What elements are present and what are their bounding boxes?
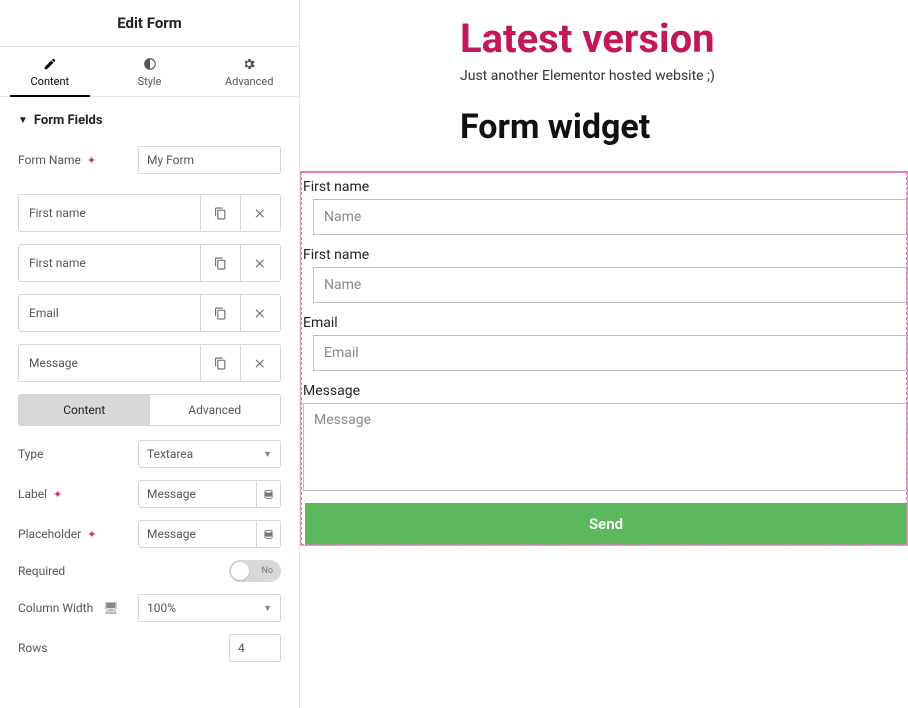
copy-icon bbox=[214, 207, 227, 220]
form-name-row: Form Name ✦ bbox=[18, 146, 281, 174]
sparkle-icon[interactable]: ✦ bbox=[53, 488, 62, 501]
preview-area: Latest version Just another Elementor ho… bbox=[300, 0, 908, 708]
copy-icon bbox=[214, 357, 227, 370]
sparkle-icon[interactable]: ✦ bbox=[87, 154, 96, 167]
delete-button[interactable] bbox=[240, 345, 280, 381]
sub-tab-advanced[interactable]: Advanced bbox=[150, 395, 281, 425]
delete-button[interactable] bbox=[240, 195, 280, 231]
copy-icon bbox=[214, 307, 227, 320]
duplicate-button[interactable] bbox=[200, 195, 240, 231]
editor-panel: Edit Form Content Style Advanced ▼ Form … bbox=[0, 0, 300, 708]
close-icon bbox=[254, 307, 267, 320]
panel-title: Edit Form bbox=[0, 0, 299, 47]
close-icon bbox=[254, 207, 267, 220]
column-width-value: 100% bbox=[147, 601, 176, 615]
chevron-down-icon: ▼ bbox=[263, 449, 272, 460]
pencil-icon bbox=[43, 57, 57, 71]
desktop-icon[interactable]: 🖥 bbox=[103, 601, 118, 615]
duplicate-button[interactable] bbox=[200, 245, 240, 281]
tab-style-label: Style bbox=[138, 75, 162, 88]
label-row: Label ✦ bbox=[18, 480, 281, 508]
placeholder-label: Placeholder ✦ bbox=[18, 527, 138, 541]
copy-icon bbox=[214, 257, 227, 270]
widget-heading[interactable]: Form widget bbox=[460, 107, 904, 147]
text-input[interactable]: Name bbox=[313, 267, 907, 303]
tab-style[interactable]: Style bbox=[100, 47, 200, 96]
field-item[interactable]: Message bbox=[18, 344, 281, 382]
duplicate-button[interactable] bbox=[200, 345, 240, 381]
tab-content[interactable]: Content bbox=[0, 47, 100, 96]
site-tagline: Just another Elementor hosted website ;) bbox=[460, 66, 720, 87]
field-sub-tabs: Content Advanced bbox=[18, 394, 281, 426]
rows-row: Rows bbox=[18, 634, 281, 662]
section-form-fields-label: Form Fields bbox=[34, 113, 103, 128]
textarea-input[interactable]: Message bbox=[303, 403, 907, 491]
site-title[interactable]: Latest version bbox=[460, 18, 904, 60]
dynamic-tags-button[interactable] bbox=[256, 481, 280, 507]
close-icon bbox=[254, 357, 267, 370]
tab-content-label: Content bbox=[31, 75, 70, 88]
field-item-label[interactable]: Message bbox=[19, 345, 200, 381]
section-form-fields[interactable]: ▼ Form Fields bbox=[18, 113, 281, 128]
send-button[interactable]: Send bbox=[305, 503, 907, 545]
tab-advanced-label: Advanced bbox=[225, 75, 273, 88]
panel-collapse-handle[interactable]: ‹ bbox=[300, 375, 312, 399]
text-input[interactable]: Name bbox=[313, 199, 907, 235]
rows-input[interactable] bbox=[229, 634, 281, 662]
label-label: Label ✦ bbox=[18, 487, 138, 501]
field-label: Email bbox=[303, 313, 907, 335]
sparkle-icon[interactable]: ✦ bbox=[87, 528, 96, 541]
panel-body: ▼ Form Fields Form Name ✦ First name Fir… bbox=[0, 97, 299, 708]
required-label: Required bbox=[18, 564, 138, 578]
duplicate-button[interactable] bbox=[200, 295, 240, 331]
type-label: Type bbox=[18, 447, 138, 461]
field-label: Message bbox=[303, 381, 907, 403]
type-row: Type Textarea ▼ bbox=[18, 440, 281, 468]
type-value: Textarea bbox=[147, 447, 193, 461]
field-list: First name First name Email Message bbox=[18, 194, 281, 382]
form-field: First name Name bbox=[303, 177, 907, 235]
delete-button[interactable] bbox=[240, 245, 280, 281]
required-row: Required No bbox=[18, 560, 281, 582]
field-item[interactable]: Email bbox=[18, 294, 281, 332]
database-icon bbox=[263, 489, 274, 500]
delete-button[interactable] bbox=[240, 295, 280, 331]
chevron-down-icon: ▼ bbox=[263, 603, 272, 614]
contrast-icon bbox=[143, 57, 157, 71]
column-width-label: Column Width 🖥 bbox=[18, 601, 138, 615]
database-icon bbox=[263, 529, 274, 540]
placeholder-row: Placeholder ✦ bbox=[18, 520, 281, 548]
panel-tabs: Content Style Advanced bbox=[0, 47, 299, 97]
close-icon bbox=[254, 257, 267, 270]
column-width-select[interactable]: 100% ▼ bbox=[138, 594, 281, 622]
field-item-label[interactable]: First name bbox=[19, 245, 200, 281]
field-item[interactable]: First name bbox=[18, 244, 281, 282]
form-field: First name Name bbox=[303, 245, 907, 303]
sub-tab-content[interactable]: Content bbox=[19, 395, 150, 425]
field-item-label[interactable]: Email bbox=[19, 295, 200, 331]
field-label: First name bbox=[303, 177, 907, 199]
type-select[interactable]: Textarea ▼ bbox=[138, 440, 281, 468]
dynamic-tags-button[interactable] bbox=[256, 521, 280, 547]
form-name-label: Form Name ✦ bbox=[18, 153, 138, 167]
form-widget[interactable]: First name Name First name Name Email Em… bbox=[300, 171, 908, 546]
field-item[interactable]: First name bbox=[18, 194, 281, 232]
form-field: Email Email bbox=[303, 313, 907, 371]
field-item-label[interactable]: First name bbox=[19, 195, 200, 231]
form-field: Message Message bbox=[303, 381, 907, 491]
caret-down-icon: ▼ bbox=[18, 115, 28, 126]
rows-label: Rows bbox=[18, 641, 138, 655]
email-input[interactable]: Email bbox=[313, 335, 907, 371]
column-width-row: Column Width 🖥 100% ▼ bbox=[18, 594, 281, 622]
field-label: First name bbox=[303, 245, 907, 267]
tab-advanced[interactable]: Advanced bbox=[199, 47, 299, 96]
required-toggle[interactable]: No bbox=[229, 560, 281, 582]
gear-icon bbox=[242, 57, 256, 71]
required-value: No bbox=[261, 566, 273, 576]
form-name-input[interactable] bbox=[138, 146, 281, 174]
